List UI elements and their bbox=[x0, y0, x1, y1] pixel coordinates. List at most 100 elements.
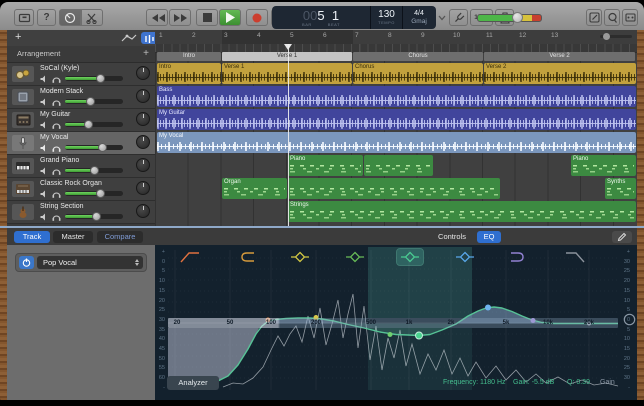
tuner-button[interactable] bbox=[449, 9, 468, 26]
band-point-bell4[interactable] bbox=[485, 305, 491, 311]
solo-headphones-icon[interactable] bbox=[52, 144, 61, 152]
plugin-preset-select[interactable]: Pop Vocal bbox=[37, 256, 143, 269]
preset-stepper-icon[interactable] bbox=[135, 259, 139, 266]
vocal-region[interactable]: My Vocal bbox=[157, 132, 636, 153]
arrangement-section-intro[interactable]: Intro bbox=[157, 52, 221, 61]
mute-icon[interactable] bbox=[40, 98, 48, 106]
zoom-slider[interactable] bbox=[600, 35, 632, 38]
pan-knob[interactable] bbox=[136, 204, 150, 218]
track-volume-slider[interactable] bbox=[65, 214, 123, 219]
lcd-chevron-down-icon[interactable] bbox=[438, 15, 446, 21]
play-button[interactable] bbox=[219, 9, 241, 26]
library-button[interactable] bbox=[14, 9, 34, 26]
solo-headphones-icon[interactable] bbox=[52, 167, 61, 175]
solo-headphones-icon[interactable] bbox=[52, 190, 61, 198]
media-browser-button[interactable] bbox=[622, 9, 638, 26]
tab-eq[interactable]: EQ bbox=[477, 231, 501, 243]
solo-headphones-icon[interactable] bbox=[52, 213, 61, 221]
lcd-display[interactable]: 005 1 BAR BEAT 130 TEMPO 4/4 Gmaj bbox=[272, 6, 436, 29]
plugin-power-button[interactable] bbox=[19, 256, 34, 269]
zoom-slider-knob[interactable] bbox=[603, 33, 610, 40]
volume-knob[interactable] bbox=[90, 166, 99, 175]
rewind-button[interactable] bbox=[146, 9, 168, 26]
volume-knob[interactable] bbox=[96, 189, 105, 198]
track-volume-slider[interactable] bbox=[65, 76, 123, 81]
pan-knob[interactable] bbox=[136, 66, 150, 80]
forward-button[interactable] bbox=[169, 9, 191, 26]
mute-icon[interactable] bbox=[40, 167, 48, 175]
strings-region[interactable]: Strings bbox=[288, 201, 636, 222]
track-row-socal[interactable]: SoCal (Kyle) bbox=[7, 63, 155, 86]
piano-region[interactable]: Piano bbox=[571, 155, 636, 176]
track-row-classic-rock-organ[interactable]: Classic Rock Organ bbox=[7, 178, 155, 201]
arrangement-track-header[interactable]: Arrangement + bbox=[7, 46, 155, 63]
pan-knob[interactable] bbox=[136, 112, 150, 126]
volume-knob[interactable] bbox=[92, 212, 101, 221]
add-track-button[interactable]: + bbox=[15, 31, 21, 43]
pan-knob[interactable] bbox=[136, 135, 150, 149]
drummer-region[interactable]: Intro bbox=[157, 63, 221, 84]
smart-controls-button[interactable] bbox=[59, 9, 81, 26]
mute-icon[interactable] bbox=[40, 213, 48, 221]
edit-button[interactable] bbox=[612, 231, 632, 243]
volume-knob[interactable] bbox=[98, 143, 107, 152]
loop-browser-button[interactable] bbox=[604, 9, 620, 26]
add-arrangement-button[interactable]: + bbox=[143, 46, 149, 62]
organ-region[interactable] bbox=[288, 178, 500, 199]
automation-icon[interactable] bbox=[121, 33, 137, 43]
volume-knob[interactable] bbox=[96, 74, 105, 83]
mute-icon[interactable] bbox=[40, 144, 48, 152]
pan-knob[interactable] bbox=[136, 181, 150, 195]
track-row-modern-stack[interactable]: Modern Stack bbox=[7, 86, 155, 109]
arrangement-section-chorus[interactable]: Chorus bbox=[353, 52, 483, 61]
track-volume-slider[interactable] bbox=[65, 99, 123, 104]
notepad-button[interactable] bbox=[586, 9, 602, 26]
track-volume-slider[interactable] bbox=[65, 122, 123, 127]
track-row-grand-piano[interactable]: Grand Piano bbox=[7, 155, 155, 178]
drummer-region[interactable]: Verse 2 bbox=[484, 63, 636, 84]
tab-track[interactable]: Track bbox=[14, 231, 50, 243]
record-button[interactable] bbox=[246, 9, 268, 26]
analyzer-toggle-button[interactable]: Analyzer bbox=[167, 376, 219, 390]
stop-button[interactable] bbox=[196, 9, 218, 26]
analyzer-gain-knob[interactable] bbox=[623, 313, 636, 326]
volume-knob[interactable] bbox=[84, 120, 93, 129]
quick-help-button[interactable]: ? bbox=[37, 9, 56, 26]
pan-knob[interactable] bbox=[136, 89, 150, 103]
solo-headphones-icon[interactable] bbox=[52, 75, 61, 83]
band-point-bell3-selected[interactable] bbox=[416, 332, 423, 339]
band-point-bell2[interactable] bbox=[388, 332, 393, 337]
playhead[interactable] bbox=[288, 44, 289, 226]
solo-headphones-icon[interactable] bbox=[52, 98, 61, 106]
track-row-my-vocal[interactable]: My Vocal bbox=[7, 132, 155, 155]
pan-knob[interactable] bbox=[136, 158, 150, 172]
track-row-my-guitar[interactable]: My Guitar bbox=[7, 109, 155, 132]
organ-region[interactable]: Organ bbox=[222, 178, 287, 199]
synths-region[interactable]: Synths bbox=[605, 178, 636, 199]
drummer-region[interactable]: Chorus bbox=[353, 63, 483, 84]
master-volume-knob[interactable] bbox=[512, 12, 523, 23]
drummer-region[interactable]: Verse 1 bbox=[222, 63, 352, 84]
track-volume-slider[interactable] bbox=[65, 168, 123, 173]
piano-region[interactable]: Piano bbox=[288, 155, 363, 176]
arrangement-section-verse2[interactable]: Verse 2 bbox=[484, 52, 635, 61]
mute-icon[interactable] bbox=[40, 121, 48, 129]
editors-button[interactable] bbox=[81, 9, 103, 26]
lcd-tempo[interactable]: 130 TEMPO bbox=[371, 6, 402, 29]
guitar-region[interactable]: My Guitar bbox=[157, 109, 636, 130]
tab-master[interactable]: Master bbox=[53, 231, 93, 243]
tab-compare[interactable]: Compare bbox=[97, 231, 143, 243]
tab-controls[interactable]: Controls bbox=[430, 231, 474, 243]
track-volume-slider[interactable] bbox=[65, 145, 123, 150]
piano-region[interactable] bbox=[364, 155, 433, 176]
master-volume-slider[interactable] bbox=[477, 14, 542, 22]
mute-icon[interactable] bbox=[40, 75, 48, 83]
track-volume-slider[interactable] bbox=[65, 191, 123, 196]
bar-ruler[interactable]: 1 2 3 4 5 6 7 8 9 10 11 12 13 bbox=[155, 30, 637, 45]
solo-headphones-icon[interactable] bbox=[52, 121, 61, 129]
plugin-slot[interactable]: Pop Vocal bbox=[15, 253, 147, 272]
bass-region[interactable]: Bass bbox=[157, 86, 636, 107]
track-row-string-section[interactable]: String Section bbox=[7, 201, 155, 224]
mute-icon[interactable] bbox=[40, 190, 48, 198]
arrangement-section-verse1[interactable]: Verse 1 bbox=[222, 52, 352, 61]
